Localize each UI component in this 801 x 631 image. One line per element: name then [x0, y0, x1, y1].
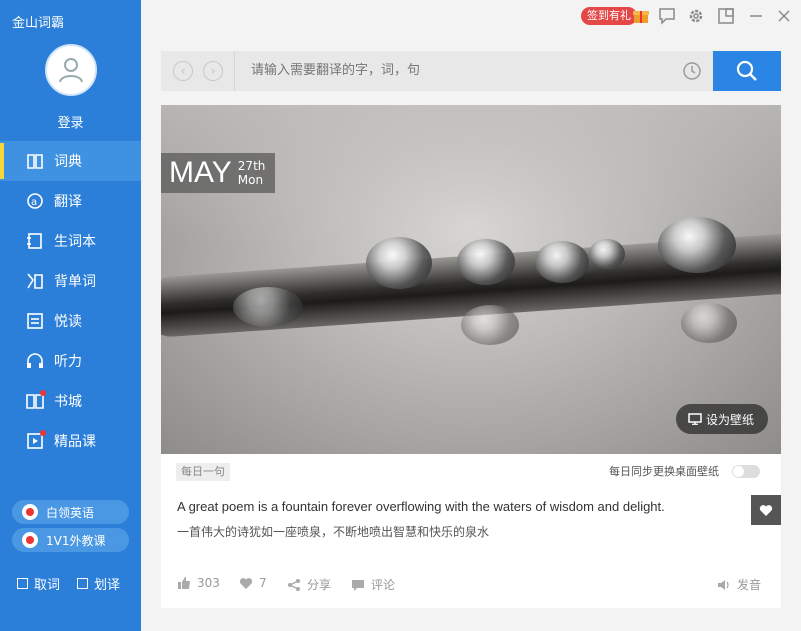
comment-icon [352, 579, 364, 591]
app-title: 金山词霸 [12, 16, 65, 31]
like-button[interactable]: 303 [177, 576, 220, 590]
quote-english: A great poem is a fountain forever overf… [177, 499, 665, 514]
back-button[interactable]: ‹ [173, 61, 193, 81]
heart-icon [759, 505, 773, 516]
date-day: 27th [237, 159, 266, 173]
sidebar-item-memorize[interactable]: 背单词 [0, 261, 141, 301]
favorite-button[interactable] [751, 495, 781, 525]
user-icon [59, 58, 83, 83]
sidebar-item-translate[interactable]: a 翻译 [0, 181, 141, 221]
minimize-icon[interactable] [747, 7, 765, 25]
checkbox-label: 取词 [34, 578, 61, 593]
sidebar-item-courses[interactable]: 精品课 [0, 421, 141, 461]
course-icon [26, 430, 46, 450]
daily-sentence-tag: 每日一句 [176, 463, 230, 481]
promo-1v1-tutor[interactable]: 1V1外教课 [12, 528, 129, 552]
heart-count: 7 [259, 576, 267, 590]
notebook-icon [26, 232, 44, 250]
search-divider [234, 51, 235, 91]
date-weekday: Mon [237, 173, 264, 187]
minimode-icon[interactable] [717, 7, 735, 25]
daily-photo: MAY 27th Mon 设为壁纸 [161, 105, 781, 454]
sidebar-item-bookstore[interactable]: 书城 [0, 381, 141, 421]
promo-label: 1V1外教课 [46, 533, 106, 548]
close-icon[interactable] [775, 7, 793, 25]
date-display: MAY 27th Mon [161, 153, 276, 193]
sync-wallpaper-toggle[interactable] [732, 465, 760, 478]
feedback-icon[interactable] [658, 7, 676, 25]
search-button[interactable] [713, 51, 781, 91]
promo-icon [22, 504, 38, 520]
search-icon [736, 60, 757, 81]
forward-button[interactable]: › [203, 61, 223, 81]
bookstore-icon [26, 390, 46, 410]
checkbox-box[interactable] [17, 578, 28, 589]
monitor-icon [688, 413, 702, 425]
checkbox-label: 划译 [94, 578, 121, 593]
comment-label: 评论 [371, 578, 396, 592]
sidebar-nav: 词典 a 翻译 生词本 背单词 悦读 听力 书城 精品课 [0, 141, 141, 461]
memorize-icon [26, 272, 44, 290]
sidebar-item-label: 精品课 [54, 434, 96, 450]
settings-icon[interactable] [687, 7, 705, 25]
sidebar-item-wordbook[interactable]: 生词本 [0, 221, 141, 261]
action-bar: 303 7 分享 评论 发音 [177, 576, 765, 594]
like-count: 303 [197, 576, 220, 590]
sidebar-item-label: 生词本 [54, 234, 96, 250]
history-icon[interactable] [682, 61, 702, 81]
signin-reward-badge[interactable]: 签到有礼 [581, 7, 637, 25]
promo-icon [22, 532, 38, 548]
pronounce-label: 发音 [737, 578, 762, 592]
headphones-icon [26, 352, 44, 370]
sidebar-item-listening[interactable]: 听力 [0, 341, 141, 381]
quote-chinese: 一首伟大的诗犹如一座喷泉，不断地喷出智慧和快乐的泉水 [177, 525, 490, 539]
book-icon [26, 152, 44, 170]
gift-icon[interactable] [632, 7, 650, 25]
promo-white-collar-english[interactable]: 白领英语 [12, 500, 129, 524]
date-month: MAY [169, 156, 232, 189]
sidebar-item-label: 翻译 [54, 194, 82, 210]
set-wallpaper-label: 设为壁纸 [706, 412, 755, 427]
search-input[interactable] [249, 51, 669, 91]
notification-dot [40, 430, 46, 436]
daily-sentence-card: MAY 27th Mon 设为壁纸 每日一句 每日同步更换桌面壁纸 A grea… [161, 105, 781, 608]
checkbox-box[interactable] [77, 578, 88, 589]
set-wallpaper-button[interactable]: 设为壁纸 [676, 404, 768, 434]
notification-dot [40, 390, 46, 396]
translate-icon: a [26, 192, 44, 210]
sidebar-item-label: 听力 [54, 354, 82, 370]
share-button[interactable]: 分享 [287, 576, 331, 593]
search-bar: ‹ › [161, 51, 781, 91]
pronounce-button[interactable]: 发音 [717, 576, 761, 593]
sidebar-item-label: 悦读 [54, 314, 82, 330]
avatar[interactable] [45, 44, 97, 96]
comment-button[interactable]: 评论 [351, 576, 395, 593]
share-label: 分享 [307, 578, 332, 592]
sync-wallpaper-label: 每日同步更换桌面壁纸 [609, 465, 719, 478]
sidebar-item-dictionary[interactable]: 词典 [0, 141, 141, 181]
sidebar: 金山词霸 登录 词典 a 翻译 生词本 背单词 悦读 听力 书城 精品课 白领英… [0, 0, 141, 631]
svg-text:a: a [31, 197, 37, 208]
promo-label: 白领英语 [46, 505, 95, 520]
word-capture-checkbox[interactable]: 取词 [17, 574, 60, 593]
login-link[interactable]: 登录 [0, 112, 141, 131]
share-icon [288, 578, 300, 591]
thumbs-up-icon [178, 577, 190, 589]
sidebar-item-label: 词典 [54, 154, 82, 170]
heart-icon [239, 577, 253, 589]
sidebar-item-label: 书城 [54, 394, 82, 410]
sidebar-item-label: 背单词 [54, 274, 96, 290]
reading-icon [26, 312, 44, 330]
sidebar-item-reading[interactable]: 悦读 [0, 301, 141, 341]
speaker-icon [718, 579, 729, 590]
selection-translate-checkbox[interactable]: 划译 [77, 574, 120, 593]
heart-button[interactable]: 7 [239, 576, 267, 590]
